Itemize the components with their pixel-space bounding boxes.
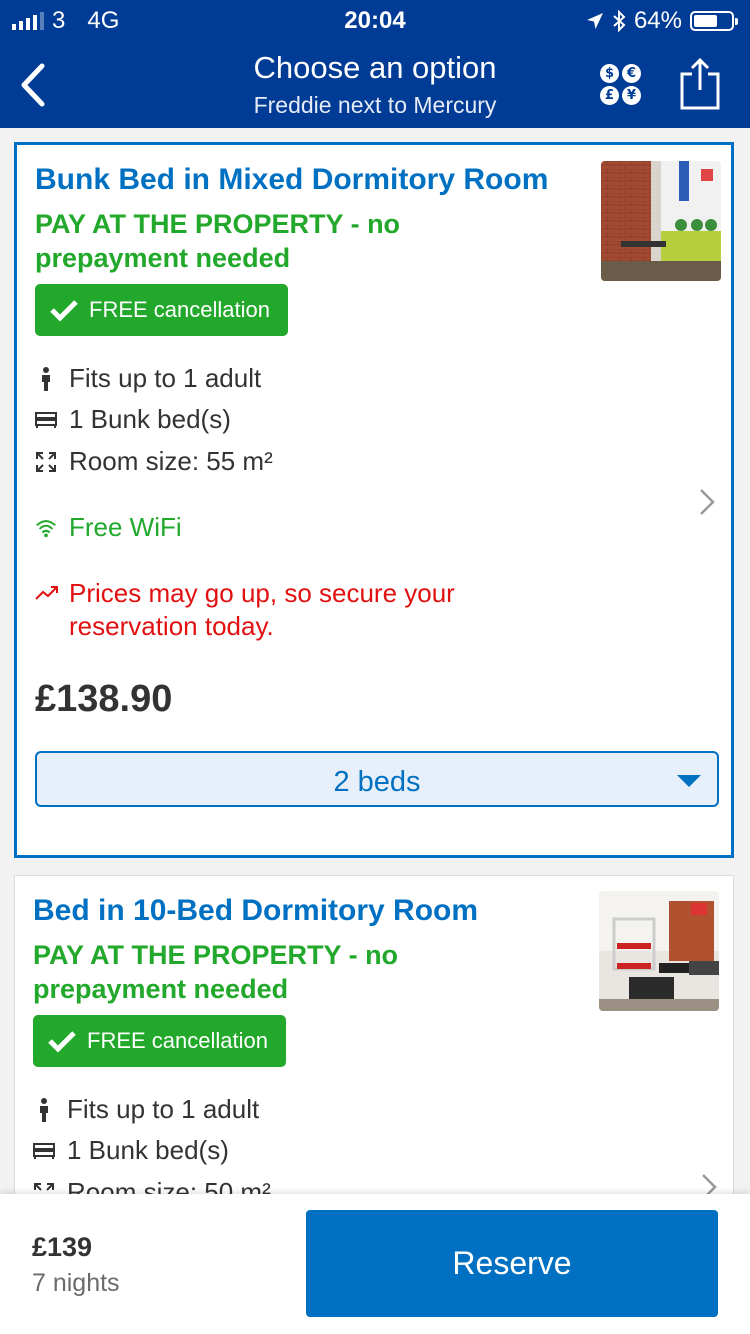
free-cancellation-label: FREE cancellation <box>87 1028 268 1053</box>
occupancy-label: Fits up to 1 adult <box>69 363 262 393</box>
free-cancellation-label: FREE cancellation <box>89 297 270 322</box>
room-price: £138.90 <box>35 678 173 720</box>
room-option-card[interactable]: Bunk Bed in Mixed Dormitory Room PAY AT … <box>14 142 734 858</box>
room-photo-image <box>601 161 721 281</box>
occupancy-label: Fits up to 1 adult <box>67 1094 260 1124</box>
booking-summary-bar: £139 7 nights Reserve <box>0 1194 750 1334</box>
bed-label: 1 Bunk bed(s) <box>69 404 231 434</box>
person-icon <box>35 366 57 391</box>
battery-icon <box>690 11 738 31</box>
room-photo[interactable] <box>599 891 719 1011</box>
room-title[interactable]: Bed in 10-Bed Dormitory Room <box>33 894 478 928</box>
bluetooth-icon <box>613 10 626 32</box>
occupancy-info: Fits up to 1 adult <box>35 363 261 394</box>
room-photo-image <box>599 891 719 1011</box>
checkmark-icon <box>48 1031 76 1053</box>
bed-icon <box>33 1139 55 1163</box>
free-cancellation-badge: FREE cancellation <box>33 1015 286 1067</box>
bed-info: 1 Bunk bed(s) <box>35 404 231 435</box>
dropdown-caret-icon <box>677 775 701 787</box>
person-icon <box>33 1097 55 1122</box>
app-header: 3 4G 20:04 64% Choose an option Freddie … <box>0 0 750 128</box>
wifi-info: Free WiFi <box>35 512 182 543</box>
urgency-text: Prices may go up, so secure your reserva… <box>69 578 455 641</box>
wifi-icon <box>35 516 57 540</box>
location-arrow-icon <box>586 13 603 29</box>
bed-quantity-select[interactable]: 2 beds <box>35 751 719 807</box>
room-photo[interactable] <box>601 161 721 281</box>
status-right: 64% <box>586 7 738 35</box>
share-icon[interactable] <box>678 56 722 112</box>
room-size-label: Room size: 55 m² <box>69 446 273 476</box>
payment-policy: PAY AT THE PROPERTY - no prepayment need… <box>33 940 399 1004</box>
bed-quantity-value: 2 beds <box>333 766 421 798</box>
stay-length: 7 nights <box>32 1269 120 1297</box>
trending-up-icon <box>35 586 58 600</box>
room-size-info: Room size: 55 m² <box>35 446 273 477</box>
expand-arrows-icon <box>35 450 57 474</box>
bed-icon <box>35 408 57 432</box>
chevron-right-icon[interactable] <box>697 487 717 517</box>
checkmark-icon <box>50 300 78 322</box>
bed-label: 1 Bunk bed(s) <box>67 1135 229 1165</box>
reserve-button[interactable]: Reserve <box>306 1210 718 1317</box>
price-urgency-message: Prices may go up, so secure your reserva… <box>35 577 529 643</box>
occupancy-info: Fits up to 1 adult <box>33 1094 259 1125</box>
payment-policy: PAY AT THE PROPERTY - no prepayment need… <box>35 209 401 273</box>
wifi-label: Free WiFi <box>69 512 182 542</box>
currency-converter-icon[interactable]: $ € £ ¥ <box>600 64 644 108</box>
total-price: £139 <box>32 1232 93 1262</box>
bed-info: 1 Bunk bed(s) <box>33 1135 229 1166</box>
status-bar: 3 4G 20:04 64% <box>0 0 750 40</box>
free-cancellation-badge: FREE cancellation <box>35 284 288 336</box>
battery-percent: 64% <box>633 7 682 34</box>
room-title[interactable]: Bunk Bed in Mixed Dormitory Room <box>35 163 548 197</box>
room-option-card[interactable]: Bed in 10-Bed Dormitory Room PAY AT THE … <box>14 875 734 1215</box>
